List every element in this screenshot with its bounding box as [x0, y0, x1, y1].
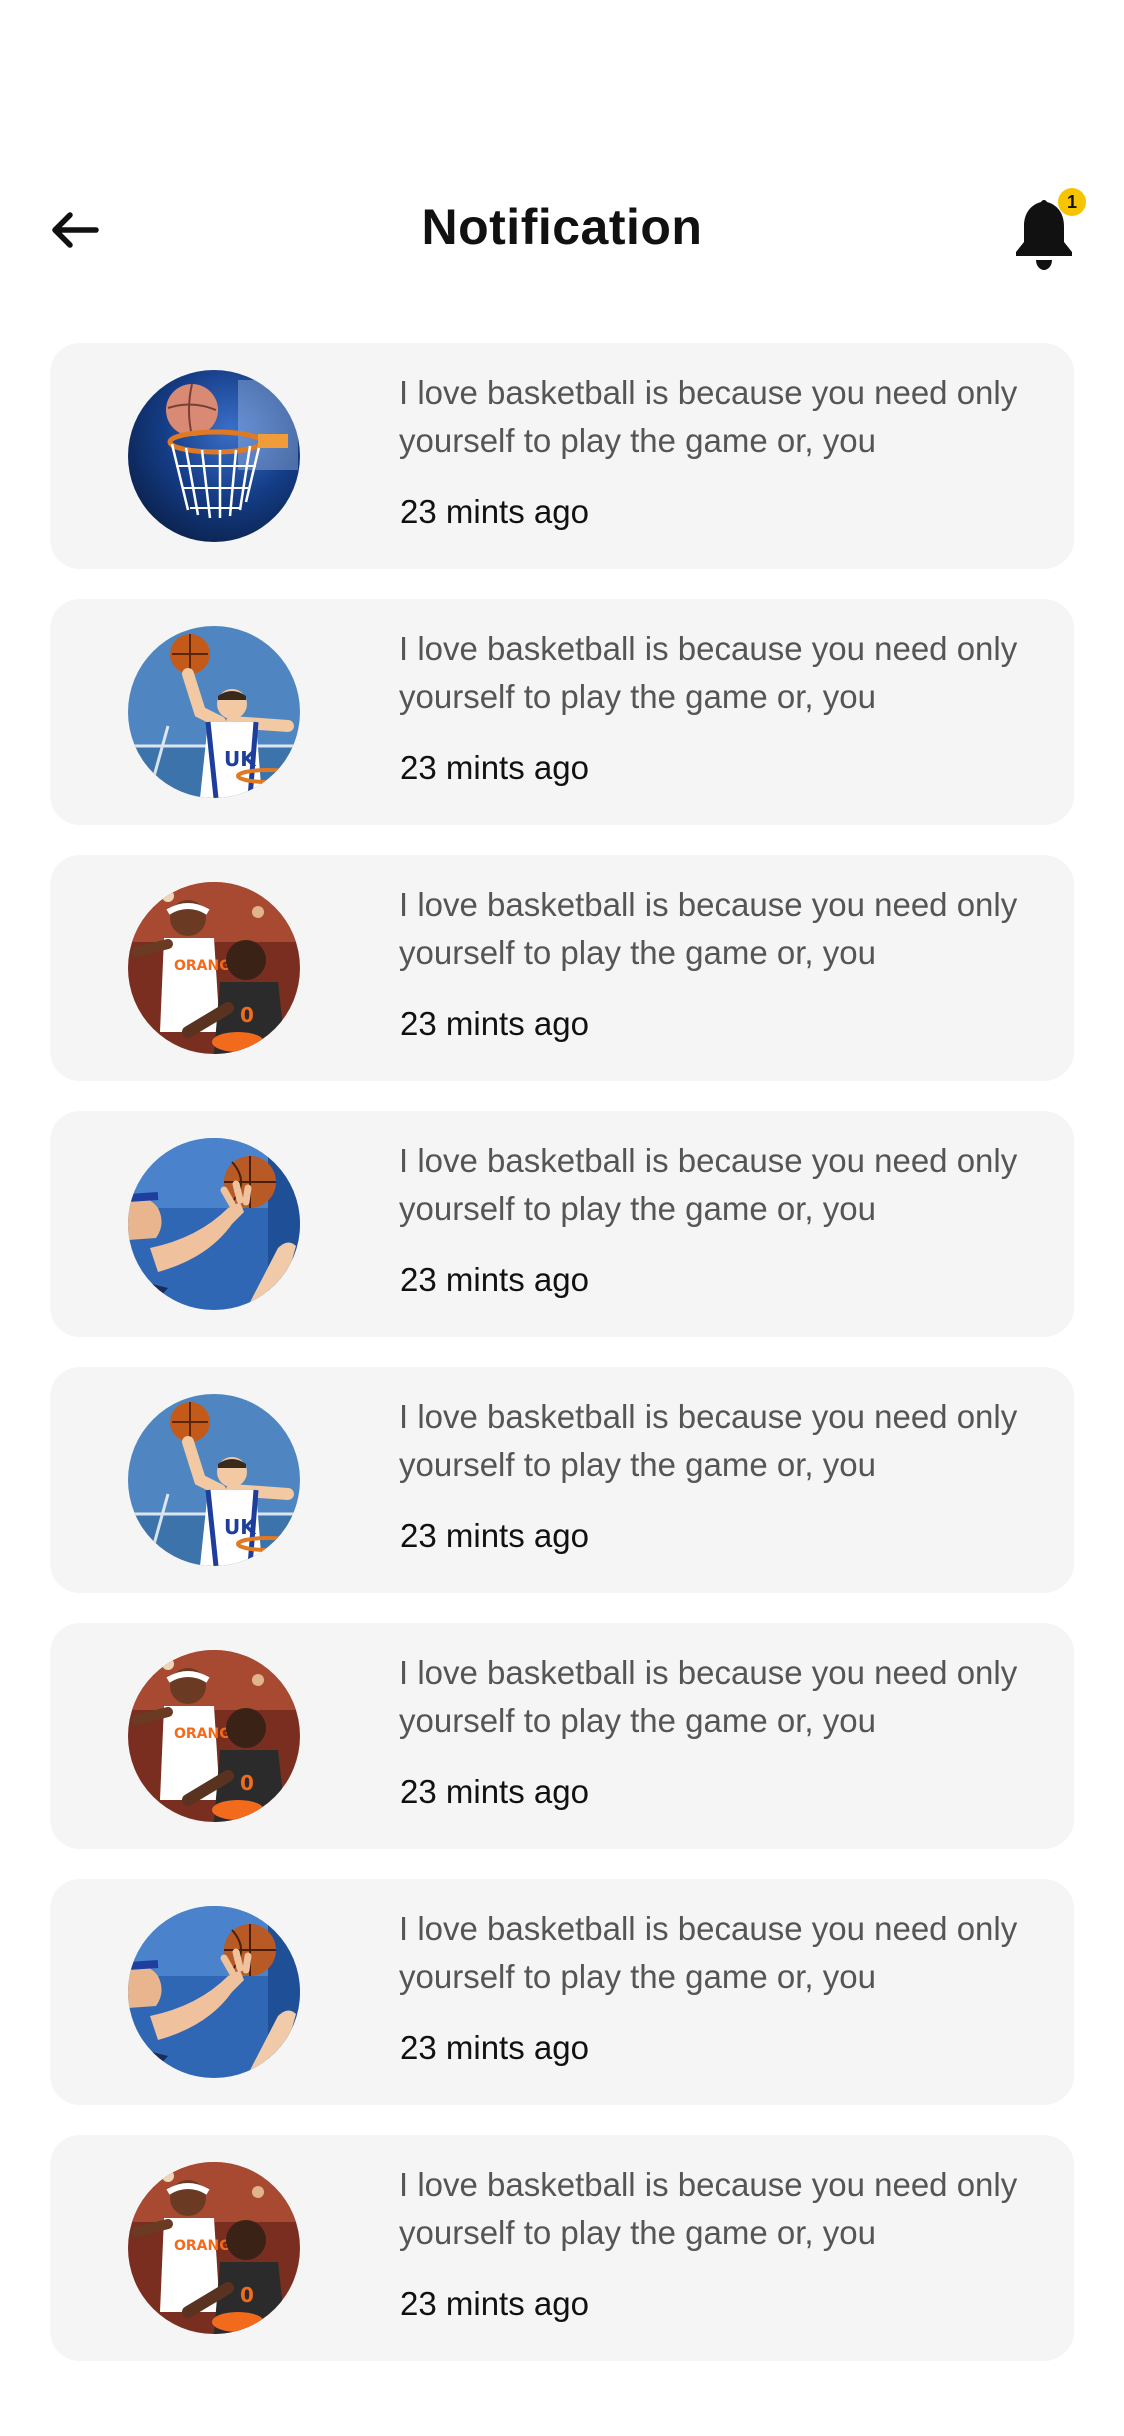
notification-card[interactable]: ORANGE 0 I love basketball is because yo…: [50, 2135, 1074, 2361]
notification-message: I love basketball is because you need on…: [399, 374, 1018, 459]
notification-card[interactable]: UK I love basketball is because you need…: [50, 599, 1074, 825]
avatar-basketball-hoop: [128, 370, 300, 542]
notification-card[interactable]: UK I love basketball is because you need…: [50, 1367, 1074, 1593]
notification-badge: 1: [1058, 188, 1086, 216]
notifications-button[interactable]: 1: [1010, 188, 1086, 272]
avatar-player-dunk: UK: [128, 626, 300, 798]
page-title: Notification: [421, 199, 703, 255]
notification-message: I love basketball is because you need on…: [399, 1398, 1018, 1483]
notification-message: I love basketball is because you need on…: [399, 2166, 1018, 2251]
notification-message: I love basketball is because you need on…: [399, 1654, 1018, 1739]
notification-time: 23 mints ago: [400, 749, 589, 786]
notification-card[interactable]: ORANGE 0 I love basketball is because yo…: [50, 855, 1074, 1081]
notification-screen: Notification 1 I love basketball is beca…: [0, 0, 1124, 2436]
notification-time: 23 mints ago: [400, 1261, 589, 1298]
avatar-player-hand: [128, 1138, 300, 1310]
svg-text:0: 0: [240, 1771, 254, 1795]
notification-message: I love basketball is because you need on…: [399, 630, 1018, 715]
avatar-players-game: ORANGE 0: [128, 882, 300, 1054]
svg-text:UK: UK: [224, 1515, 257, 1539]
notification-card[interactable]: ORANGE 0 I love basketball is because yo…: [50, 1623, 1074, 1849]
svg-text:0: 0: [240, 2283, 254, 2307]
avatar-players-game: ORANGE 0: [128, 1650, 300, 1822]
avatar-players-game: ORANGE 0: [128, 2162, 300, 2334]
notification-time: 23 mints ago: [400, 2029, 589, 2066]
notification-card[interactable]: I love basketball is because you need on…: [50, 1879, 1074, 2105]
notification-time: 23 mints ago: [400, 1517, 589, 1554]
notification-time: 23 mints ago: [400, 493, 589, 530]
notification-time: 23 mints ago: [400, 1773, 589, 1810]
svg-text:UK: UK: [224, 747, 257, 771]
notification-message: I love basketball is because you need on…: [399, 1910, 1018, 1995]
avatar-player-hand: [128, 1906, 300, 2078]
svg-text:0: 0: [240, 1003, 254, 1027]
notification-card[interactable]: I love basketball is because you need on…: [50, 1111, 1074, 1337]
header: Notification 1: [0, 170, 1124, 290]
notification-message: I love basketball is because you need on…: [399, 886, 1018, 971]
avatar-player-dunk: UK: [128, 1394, 300, 1566]
notification-card[interactable]: I love basketball is because you need on…: [50, 343, 1074, 569]
notification-time: 23 mints ago: [400, 2285, 589, 2322]
notification-list: I love basketball is because you need on…: [50, 343, 1074, 2391]
notification-message: I love basketball is because you need on…: [399, 1142, 1018, 1227]
notification-time: 23 mints ago: [400, 1005, 589, 1042]
